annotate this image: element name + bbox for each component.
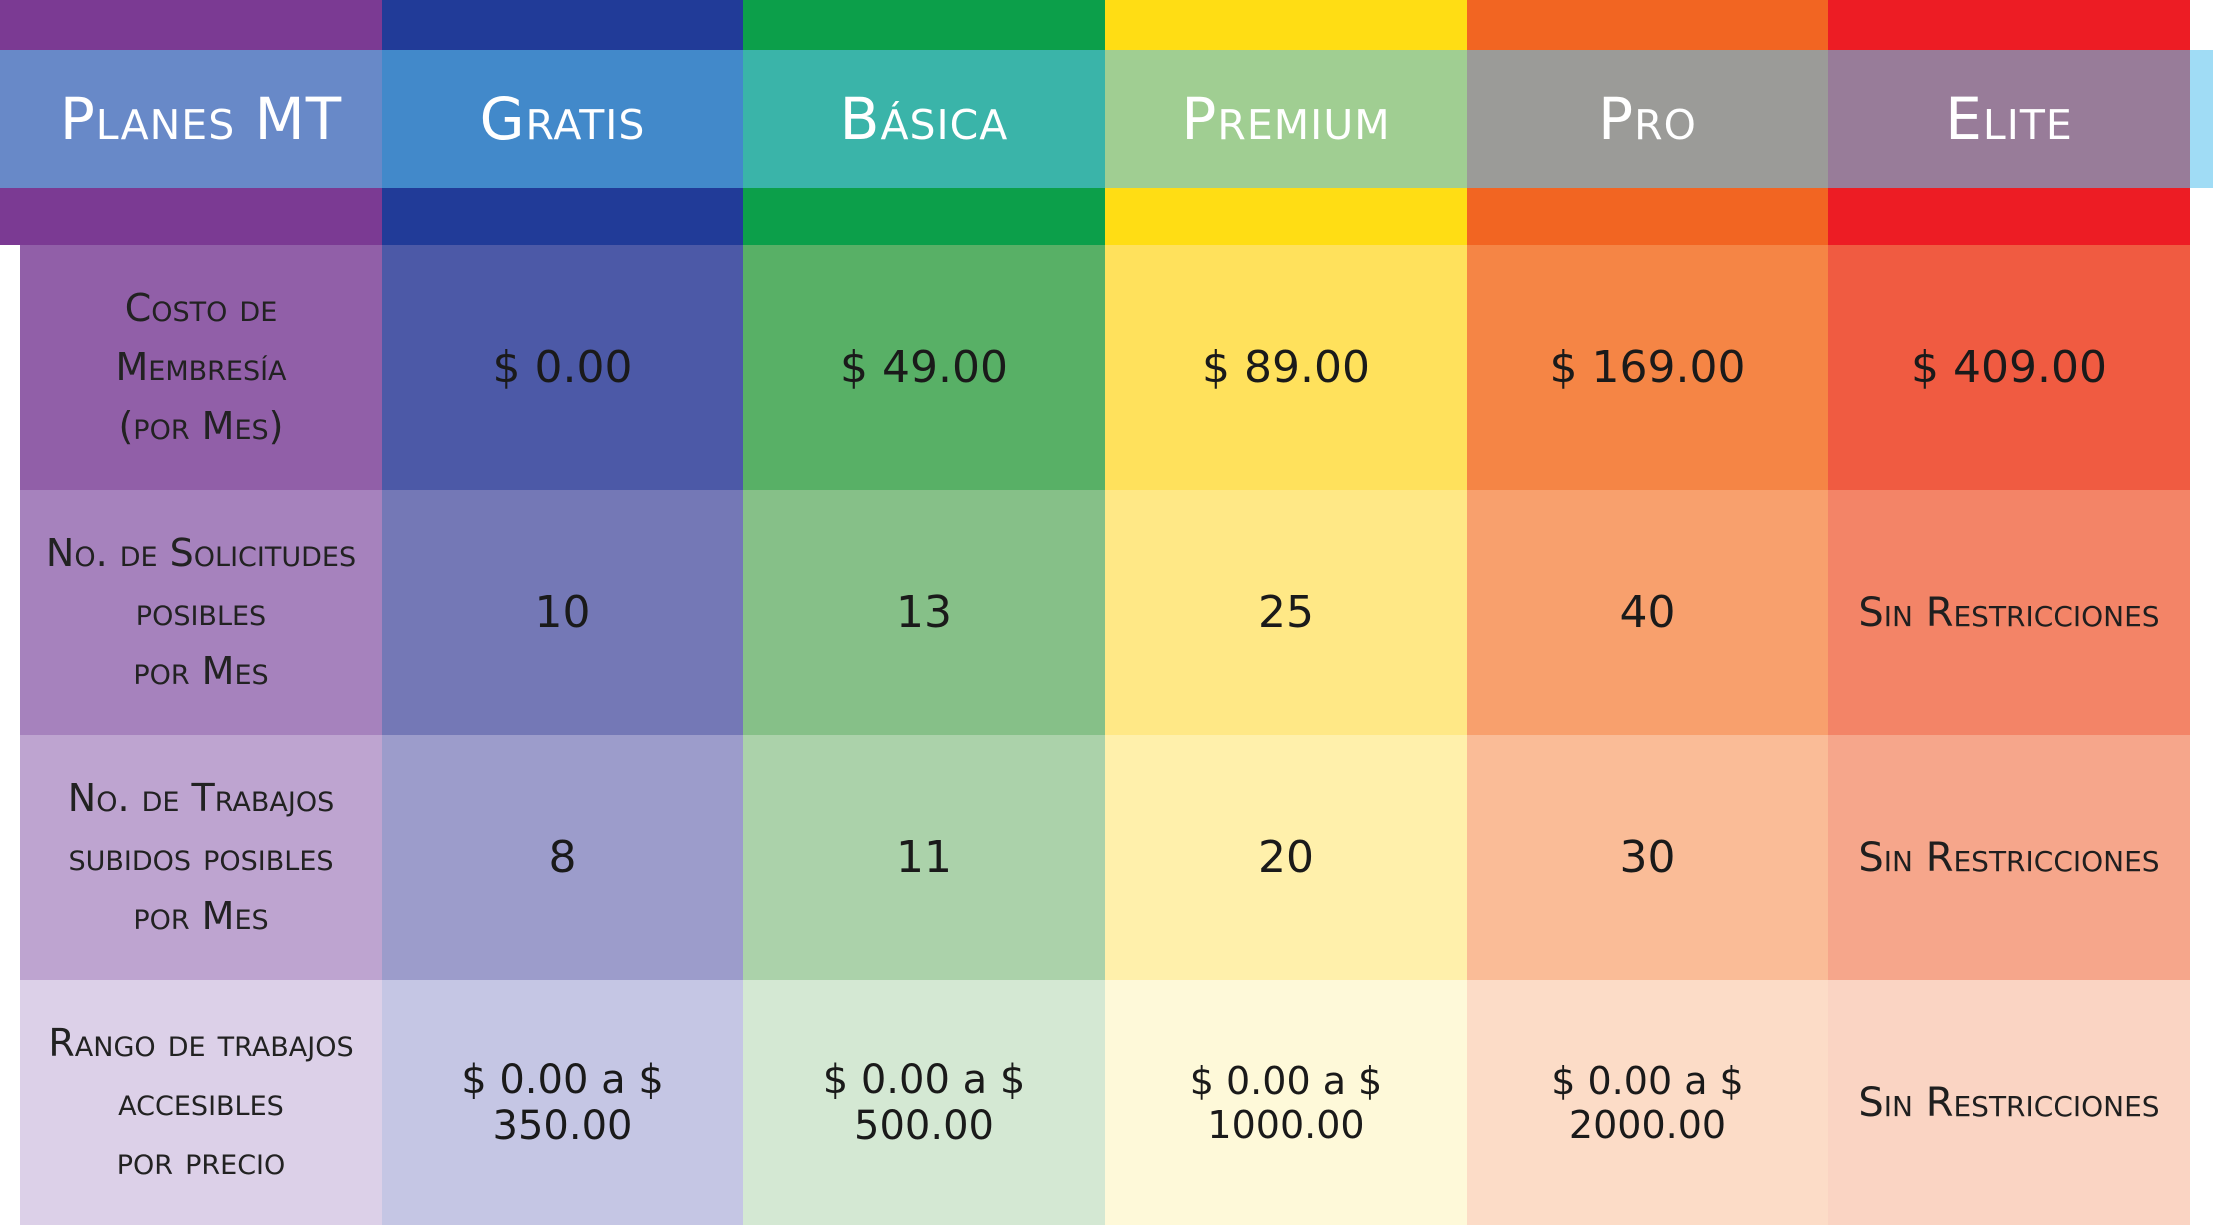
pro-solicitudes: 40 xyxy=(1619,587,1676,638)
premium-trabajos: 20 xyxy=(1258,832,1314,883)
basica-solicitudes: 13 xyxy=(896,587,952,638)
basica-trabajos: 11 xyxy=(896,832,952,883)
pro-costo: $ 169.00 xyxy=(1549,342,1746,393)
elite-costo: $ 409.00 xyxy=(1911,342,2107,393)
header-plan-gratis: Gratis xyxy=(479,85,646,153)
pro-trabajos: 30 xyxy=(1619,832,1676,883)
header-plan-elite: Elite xyxy=(1945,85,2073,153)
row-label-solicitudes: No. de Solicitudes posibles por Mes xyxy=(45,531,357,693)
gratis-solicitudes: 10 xyxy=(534,587,591,638)
premium-rango: $ 0.00 a $ 1000.00 xyxy=(1189,1058,1383,1147)
elite-rango: Sin Restricciones xyxy=(1858,1079,2160,1126)
header-plan-pro: Pro xyxy=(1598,85,1697,153)
premium-solicitudes: 25 xyxy=(1258,587,1314,638)
elite-solicitudes: Sin Restricciones xyxy=(1858,589,2160,636)
elite-trabajos: Sin Restricciones xyxy=(1858,834,2160,881)
row-label-trabajos: No. de Trabajos subidos posibles por Mes xyxy=(67,776,335,938)
gratis-costo: $ 0.00 xyxy=(492,342,633,393)
row-label-rango: Rango de trabajos accesibles por precio xyxy=(48,1021,354,1183)
row-label-costo: Costo de Membresía (por Mes) xyxy=(115,286,287,448)
header-plan-premium: Premium xyxy=(1181,85,1391,153)
basica-rango: $ 0.00 a $ 500.00 xyxy=(822,1056,1026,1149)
basica-costo: $ 49.00 xyxy=(840,342,1008,393)
gratis-trabajos: 8 xyxy=(548,832,577,883)
premium-costo: $ 89.00 xyxy=(1202,342,1370,393)
pro-rango: $ 0.00 a $ 2000.00 xyxy=(1551,1058,1744,1147)
header-plan-basica: Básica xyxy=(839,85,1009,153)
header-label-planes: Planes MT xyxy=(59,85,343,153)
gratis-rango: $ 0.00 a $ 350.00 xyxy=(461,1056,664,1149)
